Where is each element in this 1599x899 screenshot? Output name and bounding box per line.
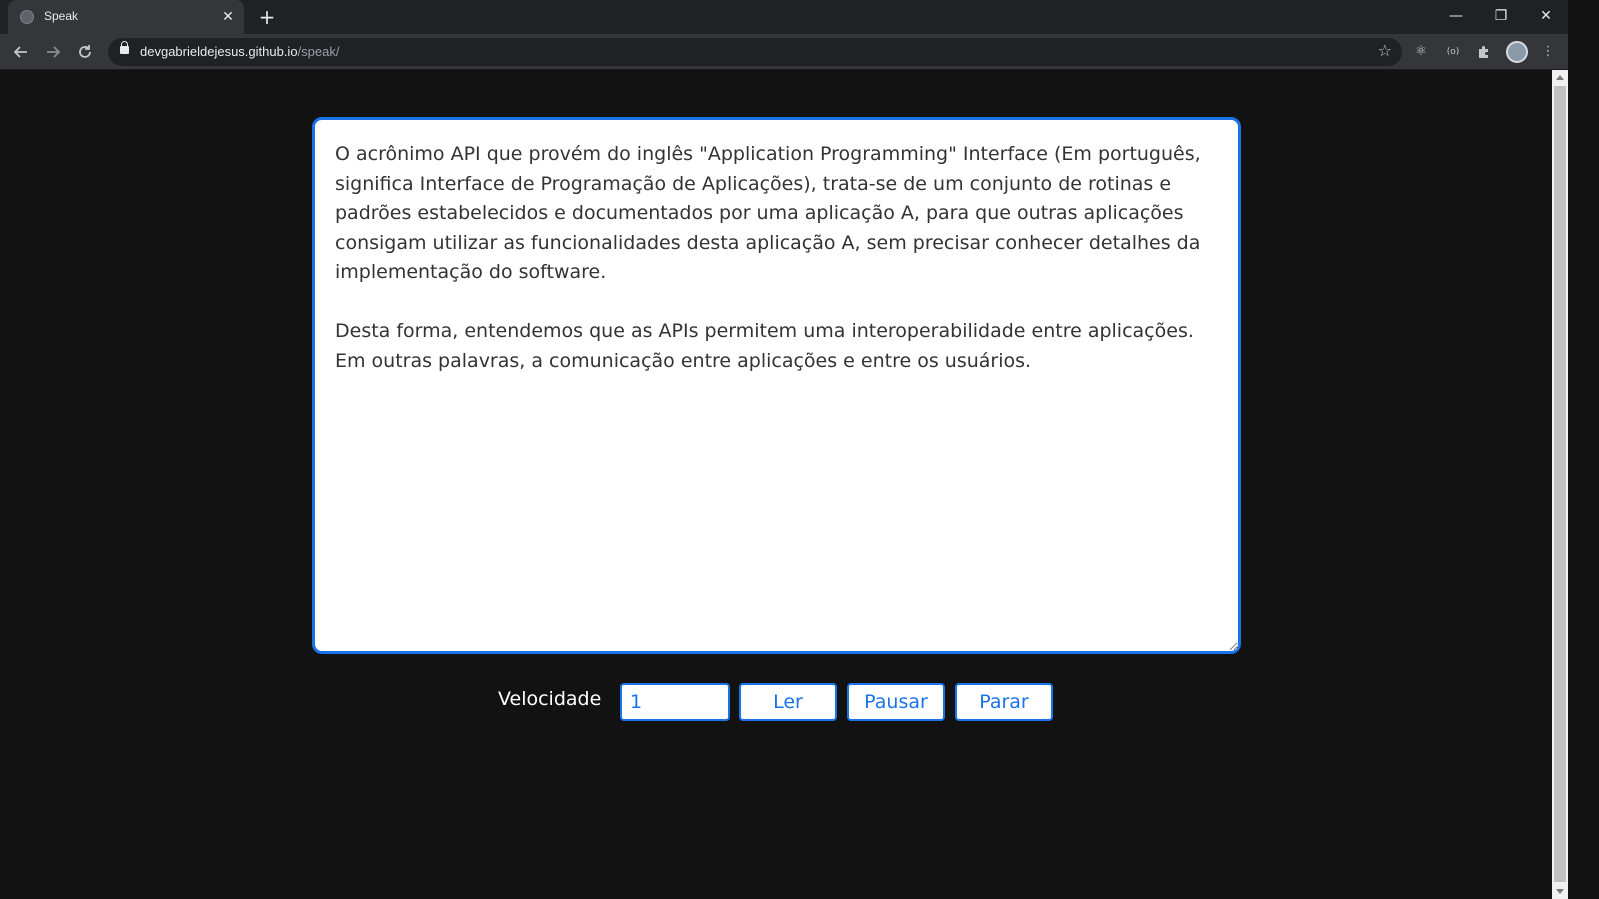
globe-icon (20, 10, 34, 24)
extension-icon[interactable]: (o) (1443, 42, 1463, 62)
minimize-button[interactable]: — (1434, 4, 1478, 28)
bookmark-star-icon[interactable]: ☆ (1378, 41, 1392, 60)
browser-tab[interactable]: Speak ✕ (8, 0, 244, 34)
forward-icon[interactable] (40, 39, 66, 65)
browser-toolbar: devgabrieldejesus.github.io/speak/ ☆ ⚛ (… (0, 34, 1599, 70)
scrollbar-thumb[interactable] (1554, 86, 1566, 882)
tab-strip: Speak ✕ + — ❐ ✕ (0, 0, 1599, 34)
scroll-down-arrow-icon[interactable] (1556, 889, 1564, 894)
window-edge (1568, 0, 1599, 899)
new-tab-button[interactable]: + (256, 6, 278, 28)
lock-icon (120, 41, 129, 54)
stop-button[interactable]: Parar (955, 683, 1053, 721)
text-to-speak-textarea[interactable]: O acrônimo API que provém do inglês "App… (312, 117, 1241, 654)
profile-avatar[interactable] (1506, 41, 1528, 63)
tab-title: Speak (44, 9, 79, 23)
scroll-up-arrow-icon[interactable] (1556, 75, 1564, 80)
url-path: /speak/ (297, 44, 340, 59)
react-devtools-icon[interactable]: ⚛ (1411, 42, 1431, 62)
speed-label: Velocidade (498, 688, 602, 710)
pause-button[interactable]: Pausar (847, 683, 945, 721)
restore-button[interactable]: ❐ (1479, 4, 1523, 28)
reload-icon[interactable] (72, 39, 98, 65)
read-button[interactable]: Ler (739, 683, 837, 721)
url-host: devgabrieldejesus.github.io (140, 44, 298, 59)
window-close-button[interactable]: ✕ (1524, 4, 1568, 28)
vertical-scrollbar[interactable] (1552, 70, 1568, 899)
url-text[interactable]: devgabrieldejesus.github.io/speak/ (140, 44, 339, 59)
back-icon[interactable] (8, 39, 34, 65)
puzzle-icon[interactable] (1474, 42, 1494, 62)
menu-kebab-icon[interactable]: ⋮ (1538, 42, 1558, 62)
close-tab-icon[interactable]: ✕ (220, 9, 236, 25)
speed-input[interactable] (620, 683, 730, 721)
address-bar[interactable]: devgabrieldejesus.github.io/speak/ ☆ (108, 38, 1402, 66)
